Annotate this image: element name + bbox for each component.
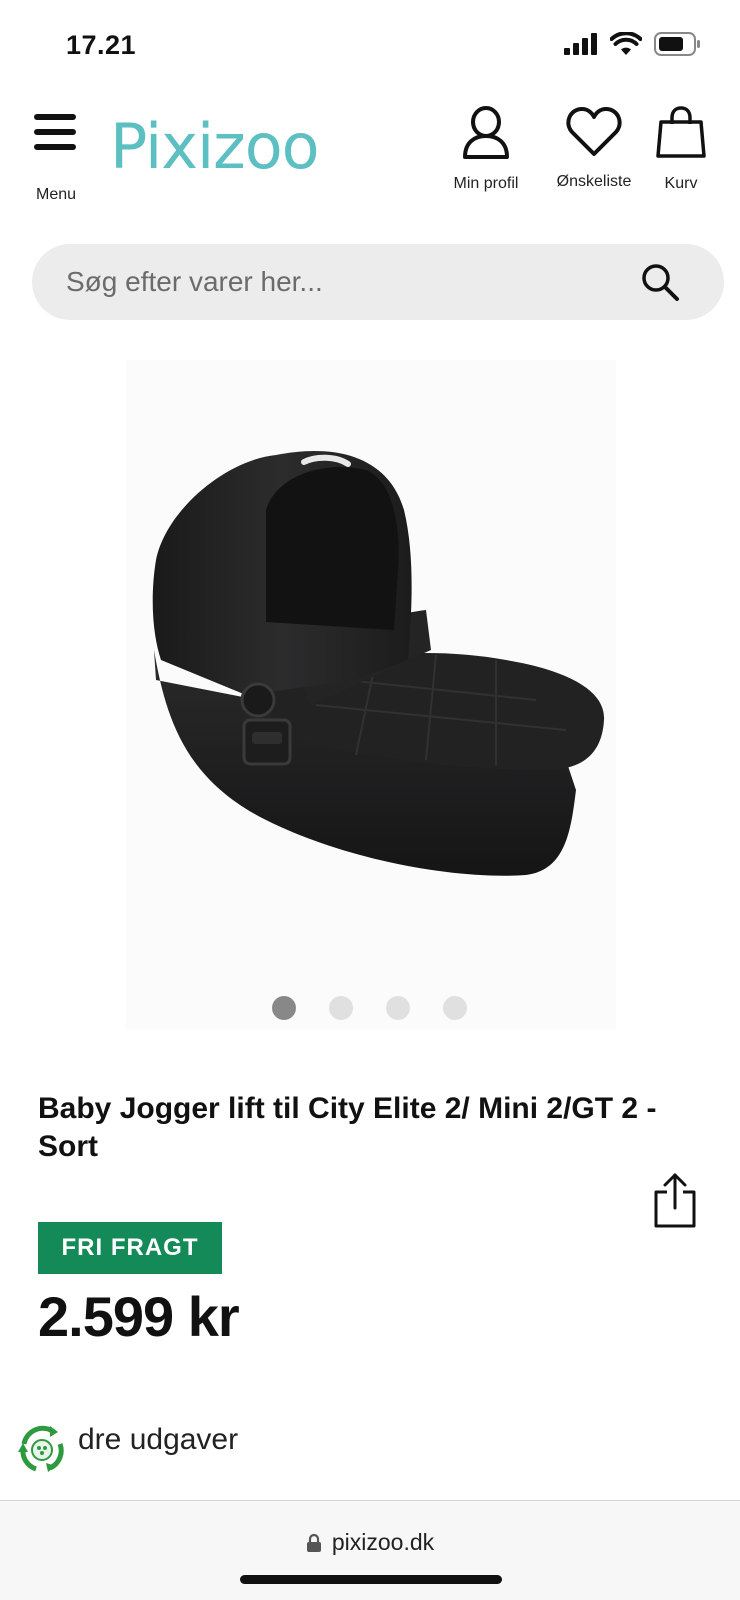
search-input[interactable] [66,244,626,320]
wifi-icon [610,32,642,55]
logo-text: Pixizoo [110,110,320,183]
product-image [152,450,605,876]
url-field[interactable]: pixizoo.dk [0,1529,740,1556]
share-icon[interactable] [652,1172,698,1228]
gallery-dot[interactable] [443,996,467,1020]
profile-button[interactable]: Min profil [446,106,526,193]
pixizoo-logo[interactable]: Pixizoo [110,110,320,183]
status-icons [564,32,702,56]
lock-icon [306,1533,321,1552]
menu-label: Menu [35,186,77,203]
cart-label: Kurv [664,175,698,192]
gallery-dot[interactable] [329,996,353,1020]
home-indicator[interactable] [240,1575,502,1584]
search-icon[interactable] [640,262,680,302]
search-bar [32,244,724,320]
menu-button[interactable]: Menu [28,110,84,203]
product-title: Baby Jogger lift til City Elite 2/ Mini … [38,1092,657,1163]
other-versions-text: dre udgaver [78,1423,239,1456]
recycle-icon [18,1425,66,1474]
hamburger-icon [34,114,76,150]
heart-icon [566,107,622,156]
gallery-dot[interactable] [386,996,410,1020]
gallery-dot[interactable] [272,996,296,1020]
battery-icon [654,32,700,56]
product-price: 2.599 kr [38,1285,240,1348]
other-versions-link[interactable]: dre udgaver [14,1420,238,1480]
wishlist-button[interactable]: Ønskeliste [544,106,644,191]
site-header: Menu Pixizoo Min profil Ønskeliste Kurv [0,100,740,210]
status-bar: 17.21 [0,0,740,90]
signal-icon [564,33,597,55]
cart-button[interactable]: Kurv [656,106,706,193]
url-text: pixizoo.dk [331,1529,435,1555]
wishlist-label: Ønskeliste [556,173,632,190]
user-icon [463,106,509,159]
free-shipping-badge: FRI FRAGT [38,1222,222,1274]
gallery-pagination [272,996,467,1020]
browser-address-bar: pixizoo.dk [0,1500,740,1600]
profile-label: Min profil [453,175,519,192]
status-time: 17.21 [66,30,137,60]
shopping-bag-icon [656,106,706,158]
product-gallery[interactable] [126,360,616,1030]
